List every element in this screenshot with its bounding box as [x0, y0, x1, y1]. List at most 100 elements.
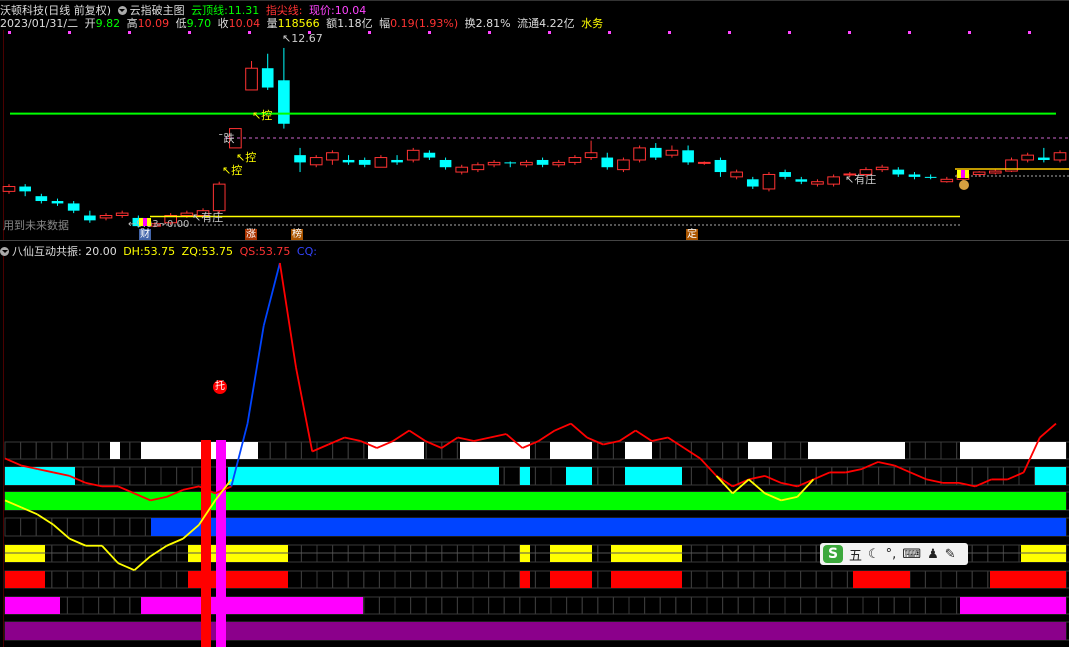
band-grid-cell [612, 596, 630, 615]
yellow-curve-segment [36, 513, 54, 526]
band-grid-cell [878, 596, 895, 615]
band-grid-cell [784, 596, 802, 615]
band-grid-cell [410, 570, 427, 589]
band-grid-cell [347, 570, 365, 589]
band-grid-cell [675, 596, 692, 615]
band-grid-cell [690, 466, 708, 486]
band-grid-cell [51, 517, 68, 537]
band-segment [611, 571, 682, 588]
oscillator-segment [926, 478, 944, 484]
band-grid-cell [956, 570, 973, 589]
band-grid-cell [534, 596, 552, 615]
band-grid-cell [971, 570, 989, 589]
band-grid-cell [441, 570, 458, 589]
oscillator-segment [764, 475, 782, 484]
band-grid-cell [98, 517, 115, 537]
band-grid-cell [332, 441, 349, 460]
band-grid-cell [924, 441, 942, 460]
band-grid-cell [316, 570, 334, 589]
band-grid-cell [597, 466, 614, 486]
band-grid-cell [534, 441, 552, 460]
band-grid-cell [441, 441, 458, 460]
band-segment [550, 442, 592, 459]
band-grid-cell [706, 596, 724, 615]
band-grid-cell [768, 596, 786, 615]
band-grid-cell [940, 441, 958, 460]
band-grid-cell [66, 441, 84, 460]
band-grid-cell [82, 570, 100, 589]
band-segment [748, 442, 772, 459]
band-segment [960, 442, 1066, 459]
moon-icon[interactable]: ☾ [868, 547, 880, 562]
band-grid-cell [129, 466, 146, 486]
user-icon[interactable]: ♟ [927, 547, 939, 562]
band-grid-cell [784, 466, 802, 486]
band-grid-cell [441, 596, 458, 615]
band-grid-cell [488, 596, 505, 615]
band-grid-cell [940, 596, 958, 615]
tuo-badge: 托 [213, 380, 227, 394]
band-grid-cell [144, 466, 162, 486]
band-grid-cell [394, 570, 412, 589]
punctuation-icon[interactable]: °, [886, 547, 897, 562]
band-grid-cell [503, 570, 521, 589]
oscillator-segment [910, 471, 928, 481]
band-grid-cell [862, 596, 880, 615]
oscillator-segment [295, 367, 314, 452]
band-grid-cell [534, 570, 552, 589]
band-grid-cell [768, 570, 786, 589]
band-grid-cell [113, 570, 131, 589]
band-grid-cell [706, 441, 724, 460]
band-segment [151, 518, 1066, 536]
band-grid-cell [160, 466, 178, 486]
oscillator-segment [457, 436, 475, 442]
band-grid-cell [378, 596, 396, 615]
wrench-icon[interactable]: ✎ [945, 547, 956, 562]
band-grid-cell [519, 596, 536, 615]
oscillator-segment [311, 443, 329, 453]
band-grid-cell [503, 466, 521, 486]
band-grid-cell [690, 441, 708, 460]
band-segment [960, 597, 1066, 614]
band-grid-cell [269, 441, 287, 460]
band-grid-cell [82, 596, 100, 615]
oscillator-segment [473, 436, 491, 442]
yellow-curve-segment [133, 555, 152, 571]
band-segment [520, 467, 530, 485]
band-segment [625, 467, 682, 485]
band-grid-cell [20, 517, 37, 537]
band-grid-cell [66, 517, 84, 537]
band-grid-cell [425, 570, 443, 589]
keyboard-icon[interactable]: ⌨ [902, 547, 921, 562]
band-grid-cell [347, 441, 365, 460]
band-grid-cell [753, 596, 770, 615]
band-grid-cell [363, 570, 380, 589]
oscillator-segment [877, 461, 895, 467]
band-segment [368, 442, 424, 459]
band-grid-cell [332, 570, 349, 589]
sogou-logo-icon[interactable]: S [823, 545, 843, 563]
ime-toolbar[interactable]: S 五 ☾ °, ⌨ ♟ ✎ [820, 543, 968, 565]
band-segment [141, 597, 363, 614]
band-grid-cell [784, 441, 802, 460]
band-segment [5, 492, 1066, 510]
oscillator-segment [570, 422, 588, 439]
band-grid-cell [628, 596, 646, 615]
band-grid-cell [909, 441, 926, 460]
band-segment [520, 571, 530, 588]
oscillator-segment [683, 447, 701, 460]
yellow-curve-segment [150, 544, 168, 557]
oscillator-segment [845, 468, 863, 474]
band-grid-cell [566, 596, 583, 615]
band-grid-cell [20, 441, 37, 460]
ime-mode-wubi[interactable]: 五 [849, 545, 862, 564]
band-grid-cell [394, 596, 412, 615]
band-grid-cell [534, 466, 552, 486]
band-grid-cell [4, 517, 22, 537]
band-grid-cell [659, 596, 677, 615]
band-segment [625, 442, 652, 459]
band-grid-cell [659, 441, 677, 460]
band-grid-cell [66, 570, 84, 589]
band-grid-cell [51, 441, 68, 460]
band-grid-cell [129, 517, 146, 537]
